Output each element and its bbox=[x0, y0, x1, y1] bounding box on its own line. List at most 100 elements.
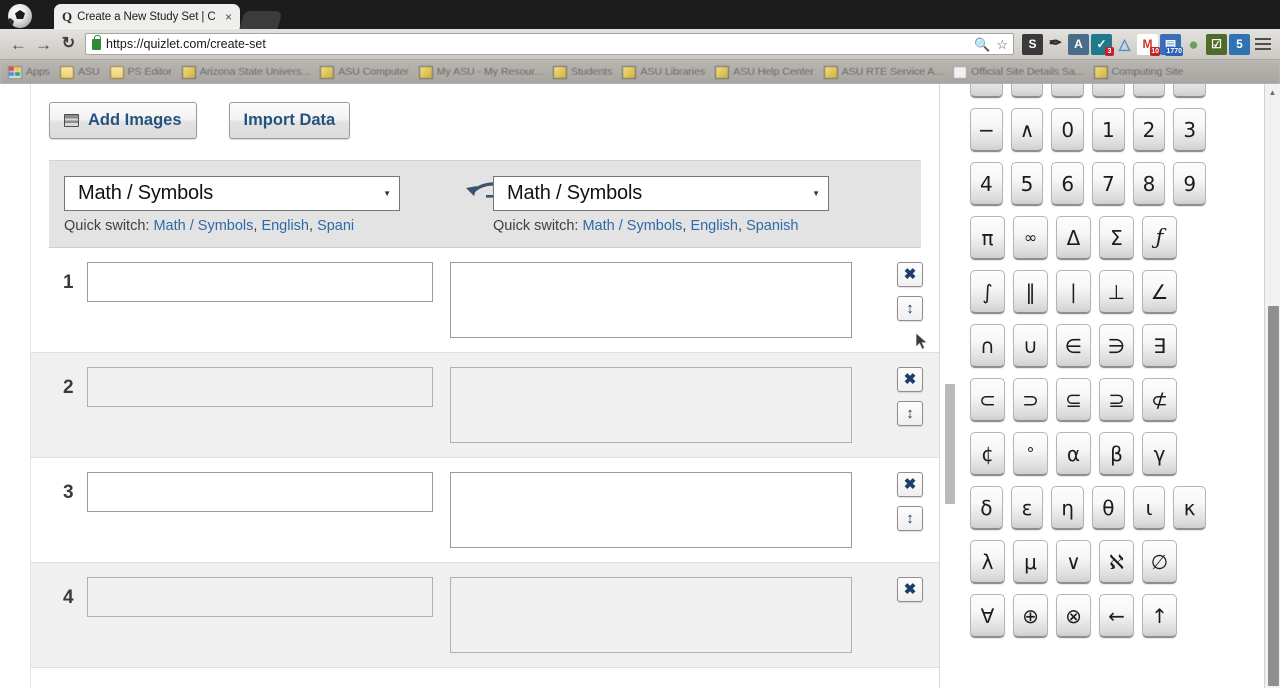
symbol-key[interactable]: − bbox=[970, 108, 1003, 152]
symbol-key[interactable]: ° bbox=[1013, 432, 1048, 476]
definition-input[interactable] bbox=[450, 367, 852, 443]
address-bar[interactable]: https://quizlet.com/create-set 🔍 ☆ bbox=[85, 33, 1014, 55]
symbol-key[interactable]: 3 bbox=[1173, 108, 1207, 152]
reload-button[interactable]: ↻ bbox=[56, 32, 81, 57]
symbol-key[interactable]: ↑ bbox=[1142, 594, 1177, 638]
symbol-key[interactable]: 2 bbox=[1132, 108, 1166, 152]
symbol-key[interactable]: ∠ bbox=[1142, 270, 1177, 314]
symbol-key[interactable]: 7 bbox=[1092, 162, 1125, 206]
symbol-key[interactable]: ƒ bbox=[1142, 216, 1177, 260]
symbol-key[interactable]: ⊂ bbox=[970, 378, 1005, 422]
symbol-key[interactable]: ι bbox=[1132, 486, 1166, 530]
quick-switch-spanish[interactable]: Spani bbox=[317, 218, 354, 234]
term-input[interactable] bbox=[87, 472, 433, 512]
chat-bubble-extension-icon[interactable]: ● bbox=[1183, 34, 1204, 55]
quick-switch-math[interactable]: Math / Symbols bbox=[153, 218, 253, 234]
symbol-key[interactable]: ∩ bbox=[970, 324, 1005, 368]
browser-tab[interactable]: Q Create a New Study Set | C × bbox=[54, 4, 240, 29]
symbol-key[interactable]: ⊇ bbox=[1099, 378, 1134, 422]
symbol-key[interactable]: 6 bbox=[970, 84, 1003, 98]
bookmark-item[interactable]: Computing Site bbox=[1089, 62, 1189, 82]
close-icon[interactable]: × bbox=[222, 11, 235, 23]
symbol-key[interactable]: 7 bbox=[1010, 84, 1044, 98]
bookmark-item[interactable]: Students bbox=[548, 62, 617, 82]
close-icon[interactable]: ✖ bbox=[897, 472, 923, 497]
symbol-key[interactable]: ⊄ bbox=[1142, 378, 1177, 422]
symbol-key[interactable]: ℵ bbox=[1099, 540, 1134, 584]
symbol-key[interactable]: ∞ bbox=[1013, 216, 1048, 260]
definition-input[interactable] bbox=[450, 262, 852, 338]
bookmark-item[interactable]: Official Site Details Sa... bbox=[948, 62, 1088, 82]
symbol-key[interactable]: ∧ bbox=[1010, 108, 1044, 152]
symbol-key[interactable]: + bbox=[1173, 84, 1207, 98]
symbol-key[interactable]: η bbox=[1051, 486, 1085, 530]
quick-switch-english[interactable]: English bbox=[261, 218, 309, 234]
term-input[interactable] bbox=[87, 577, 433, 617]
gmail-extension-icon[interactable]: M 10 bbox=[1137, 33, 1160, 56]
forward-button[interactable]: → bbox=[31, 32, 56, 57]
symbol-key[interactable]: ⊆ bbox=[1056, 378, 1091, 422]
symbol-key[interactable]: ∣ bbox=[1056, 270, 1091, 314]
symbol-key[interactable]: ∨ bbox=[1056, 540, 1091, 584]
bookmark-item[interactable]: ASU Computer bbox=[315, 62, 414, 82]
bookmark-item[interactable]: ASU Libraries bbox=[617, 62, 710, 82]
symbol-key[interactable]: ∋ bbox=[1099, 324, 1134, 368]
quick-switch-english[interactable]: English bbox=[690, 218, 738, 234]
symbol-key[interactable]: 0 bbox=[1051, 108, 1085, 152]
symbol-key[interactable]: 1 bbox=[1092, 108, 1125, 152]
definition-language-select[interactable]: Math / Symbols ▼ bbox=[493, 176, 829, 211]
symbol-key[interactable]: ∈ bbox=[1056, 324, 1091, 368]
symbol-key[interactable]: γ bbox=[1142, 432, 1177, 476]
symbol-key[interactable]: β bbox=[1099, 432, 1134, 476]
swap-vertical-icon[interactable]: ↕ bbox=[897, 401, 923, 426]
symbol-key[interactable]: 9 bbox=[1092, 84, 1125, 98]
symbol-key[interactable]: θ bbox=[1092, 486, 1125, 530]
bookmark-item[interactable]: My ASU - My Resour... bbox=[414, 62, 548, 82]
close-icon[interactable]: ✖ bbox=[897, 577, 923, 602]
term-input[interactable] bbox=[87, 262, 433, 302]
symbol-key[interactable]: ⊥ bbox=[1099, 270, 1134, 314]
symbol-key[interactable]: Σ bbox=[1099, 216, 1134, 260]
symbol-key[interactable]: ε bbox=[1010, 486, 1044, 530]
symbol-key[interactable]: λ bbox=[970, 540, 1005, 584]
symbol-key[interactable]: ⊃ bbox=[1013, 378, 1048, 422]
bookmark-star-icon[interactable]: ☆ bbox=[993, 38, 1011, 51]
bookmark-item[interactable]: ASU bbox=[55, 62, 105, 82]
import-data-button[interactable]: Import Data bbox=[228, 102, 351, 139]
symbol-key[interactable]: 5 bbox=[1010, 162, 1044, 206]
evernote-extension-icon[interactable]: S bbox=[1022, 33, 1043, 55]
page-scrollbar[interactable]: ▲ bbox=[1264, 84, 1280, 688]
symbol-key[interactable]: μ bbox=[1013, 540, 1048, 584]
tasks-extension-icon[interactable]: ✓ 3 bbox=[1091, 33, 1114, 56]
symbol-key[interactable]: ⊗ bbox=[1056, 594, 1091, 638]
symbol-key[interactable]: δ bbox=[970, 486, 1003, 530]
new-tab-button[interactable] bbox=[239, 11, 283, 29]
checklist-extension-icon[interactable]: ☑ bbox=[1206, 33, 1227, 55]
quick-switch-spanish[interactable]: Spanish bbox=[746, 218, 798, 234]
symbol-key[interactable]: ← bbox=[1099, 594, 1134, 638]
google-drive-extension-icon[interactable]: △ bbox=[1114, 34, 1135, 55]
symbol-key[interactable]: ∪ bbox=[1013, 324, 1048, 368]
bookmark-item[interactable]: ASU RTE Service A... bbox=[819, 62, 948, 82]
bookmark-item[interactable]: Arizona State Univers... bbox=[177, 62, 315, 82]
bookmark-item[interactable]: ASU Help Center bbox=[710, 62, 819, 82]
quick-switch-math[interactable]: Math / Symbols bbox=[582, 218, 682, 234]
hamburger-menu-icon[interactable] bbox=[1252, 33, 1274, 55]
bookmark-item[interactable]: Apps bbox=[3, 62, 55, 82]
inner-scroll-thumb[interactable] bbox=[945, 384, 955, 504]
symbol-key[interactable]: 9 bbox=[1173, 162, 1207, 206]
symbol-key[interactable]: ‖ bbox=[1013, 270, 1048, 314]
definition-input[interactable] bbox=[450, 577, 852, 653]
search-icon[interactable]: 🔍 bbox=[971, 38, 993, 51]
symbol-key[interactable]: Δ bbox=[1056, 216, 1091, 260]
pen-extension-icon[interactable]: ✒ bbox=[1045, 34, 1066, 55]
term-input[interactable] bbox=[87, 367, 433, 407]
symbol-key[interactable]: 8 bbox=[1051, 84, 1085, 98]
symbol-key[interactable]: ∀ bbox=[970, 594, 1005, 638]
symbol-key[interactable]: ⊕ bbox=[1013, 594, 1048, 638]
symbol-key[interactable]: 6 bbox=[1051, 162, 1085, 206]
symbol-key[interactable]: ∃ bbox=[1142, 324, 1177, 368]
scrollbar-thumb[interactable] bbox=[1268, 306, 1279, 686]
symbol-key[interactable]: n bbox=[1132, 84, 1166, 98]
five-extension-icon[interactable]: 5 bbox=[1229, 33, 1250, 55]
